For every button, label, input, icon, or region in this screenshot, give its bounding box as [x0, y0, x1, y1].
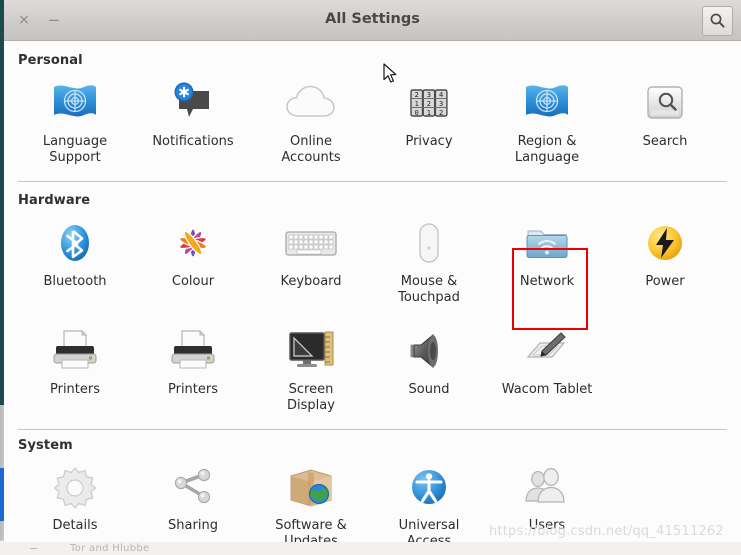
software-updates-icon [252, 461, 370, 513]
svg-text:0: 0 [415, 109, 419, 117]
svg-text:2: 2 [439, 109, 443, 117]
tile-power[interactable]: Power [606, 217, 724, 290]
tile-label: Language Support [42, 134, 108, 165]
printers-icon [16, 325, 134, 377]
divider-personal-hardware [18, 181, 727, 182]
bluetooth-icon [16, 217, 134, 269]
tile-label: Printers [167, 382, 219, 397]
notifications-icon [134, 77, 252, 129]
tile-label: Notifications [152, 134, 234, 149]
section-title-personal: Personal [18, 53, 83, 68]
tile-label: Bluetooth [43, 274, 107, 289]
privacy-icon: 234 123 012 [370, 77, 488, 129]
watermark-text: https://blog.csdn.net/qq_41511262 [489, 524, 724, 539]
background-bottom-text: Tor and Hlubbe [70, 543, 150, 554]
tile-label: Power [645, 274, 685, 289]
tile-label: Details [52, 518, 98, 533]
tile-label: Printers [49, 382, 101, 397]
tile-label: Universal Access [398, 518, 460, 542]
search-button[interactable] [702, 6, 733, 36]
colour-icon [134, 217, 252, 269]
window-titlebar: × − All Settings [4, 0, 741, 41]
tile-colour[interactable]: Colour [134, 217, 252, 290]
tile-wacom-tablet[interactable]: Wacom Tablet [488, 325, 606, 398]
divider-hardware-system [18, 429, 727, 430]
settings-content: Personal Language Support Notifications … [4, 41, 741, 542]
tile-label: Colour [171, 274, 215, 289]
all-settings-window: × − All Settings Personal Language Suppo… [4, 0, 741, 542]
tile-printers-1[interactable]: Printers [16, 325, 134, 398]
screen-display-icon [252, 325, 370, 377]
sharing-icon [134, 461, 252, 513]
tile-details[interactable]: Details [16, 461, 134, 534]
tile-label: Wacom Tablet [501, 382, 593, 397]
svg-text:1: 1 [415, 100, 419, 108]
tile-universal-access[interactable]: Universal Access [370, 461, 488, 542]
tile-notifications[interactable]: Notifications [134, 77, 252, 150]
tile-screen-display[interactable]: Screen Display [252, 325, 370, 414]
power-icon [606, 217, 724, 269]
tile-label: Network [519, 274, 575, 289]
region-language-icon [488, 77, 606, 129]
window-title: All Settings [325, 11, 420, 27]
tile-label: Search [642, 134, 688, 149]
tile-printers-2[interactable]: Printers [134, 325, 252, 398]
users-icon [488, 461, 606, 513]
tile-software-updates[interactable]: Software & Updates [252, 461, 370, 542]
section-title-system: System [18, 438, 73, 453]
svg-text:1: 1 [427, 109, 431, 117]
tile-label: Region & Language [514, 134, 580, 165]
section-title-hardware: Hardware [18, 193, 91, 208]
mouse-touchpad-icon [370, 217, 488, 269]
svg-text:3: 3 [439, 100, 443, 108]
network-icon [488, 217, 606, 269]
tile-label: Software & Updates [275, 518, 347, 542]
svg-text:2: 2 [415, 91, 419, 99]
tile-label: Screen Display [287, 382, 335, 413]
tile-sharing[interactable]: Sharing [134, 461, 252, 534]
tile-online-accounts[interactable]: Online Accounts [252, 77, 370, 166]
details-icon [16, 461, 134, 513]
tile-keyboard[interactable]: Keyboard [252, 217, 370, 290]
search-icon [710, 13, 725, 28]
tile-label: Sound [408, 382, 450, 397]
svg-text:2: 2 [427, 100, 431, 108]
search-settings-icon [606, 77, 724, 129]
tile-label: Online Accounts [281, 134, 341, 165]
tile-privacy[interactable]: 234 123 012 Privacy [370, 77, 488, 150]
background-bullet [30, 548, 37, 549]
tile-bluetooth[interactable]: Bluetooth [16, 217, 134, 290]
tile-search-settings[interactable]: Search [606, 77, 724, 150]
tile-label: Mouse & Touchpad [398, 274, 460, 305]
keyboard-icon [252, 217, 370, 269]
tile-label: Sharing [168, 518, 218, 533]
tile-mouse-touchpad[interactable]: Mouse & Touchpad [370, 217, 488, 306]
tile-sound[interactable]: Sound [370, 325, 488, 398]
wacom-tablet-icon [488, 325, 606, 377]
online-accounts-icon [252, 77, 370, 129]
tile-network[interactable]: Network [488, 217, 606, 290]
printers-icon [134, 325, 252, 377]
sound-icon [370, 325, 488, 377]
tile-label: Keyboard [280, 274, 342, 289]
tile-label: Privacy [405, 134, 453, 149]
language-support-icon [16, 77, 134, 129]
tile-language-support[interactable]: Language Support [16, 77, 134, 166]
svg-text:4: 4 [439, 91, 443, 99]
screenshot-root: Tor and Hlubbe × − All Settings Personal [0, 0, 741, 555]
universal-access-icon [370, 461, 488, 513]
svg-text:3: 3 [427, 91, 431, 99]
tile-region-language[interactable]: Region & Language [488, 77, 606, 166]
